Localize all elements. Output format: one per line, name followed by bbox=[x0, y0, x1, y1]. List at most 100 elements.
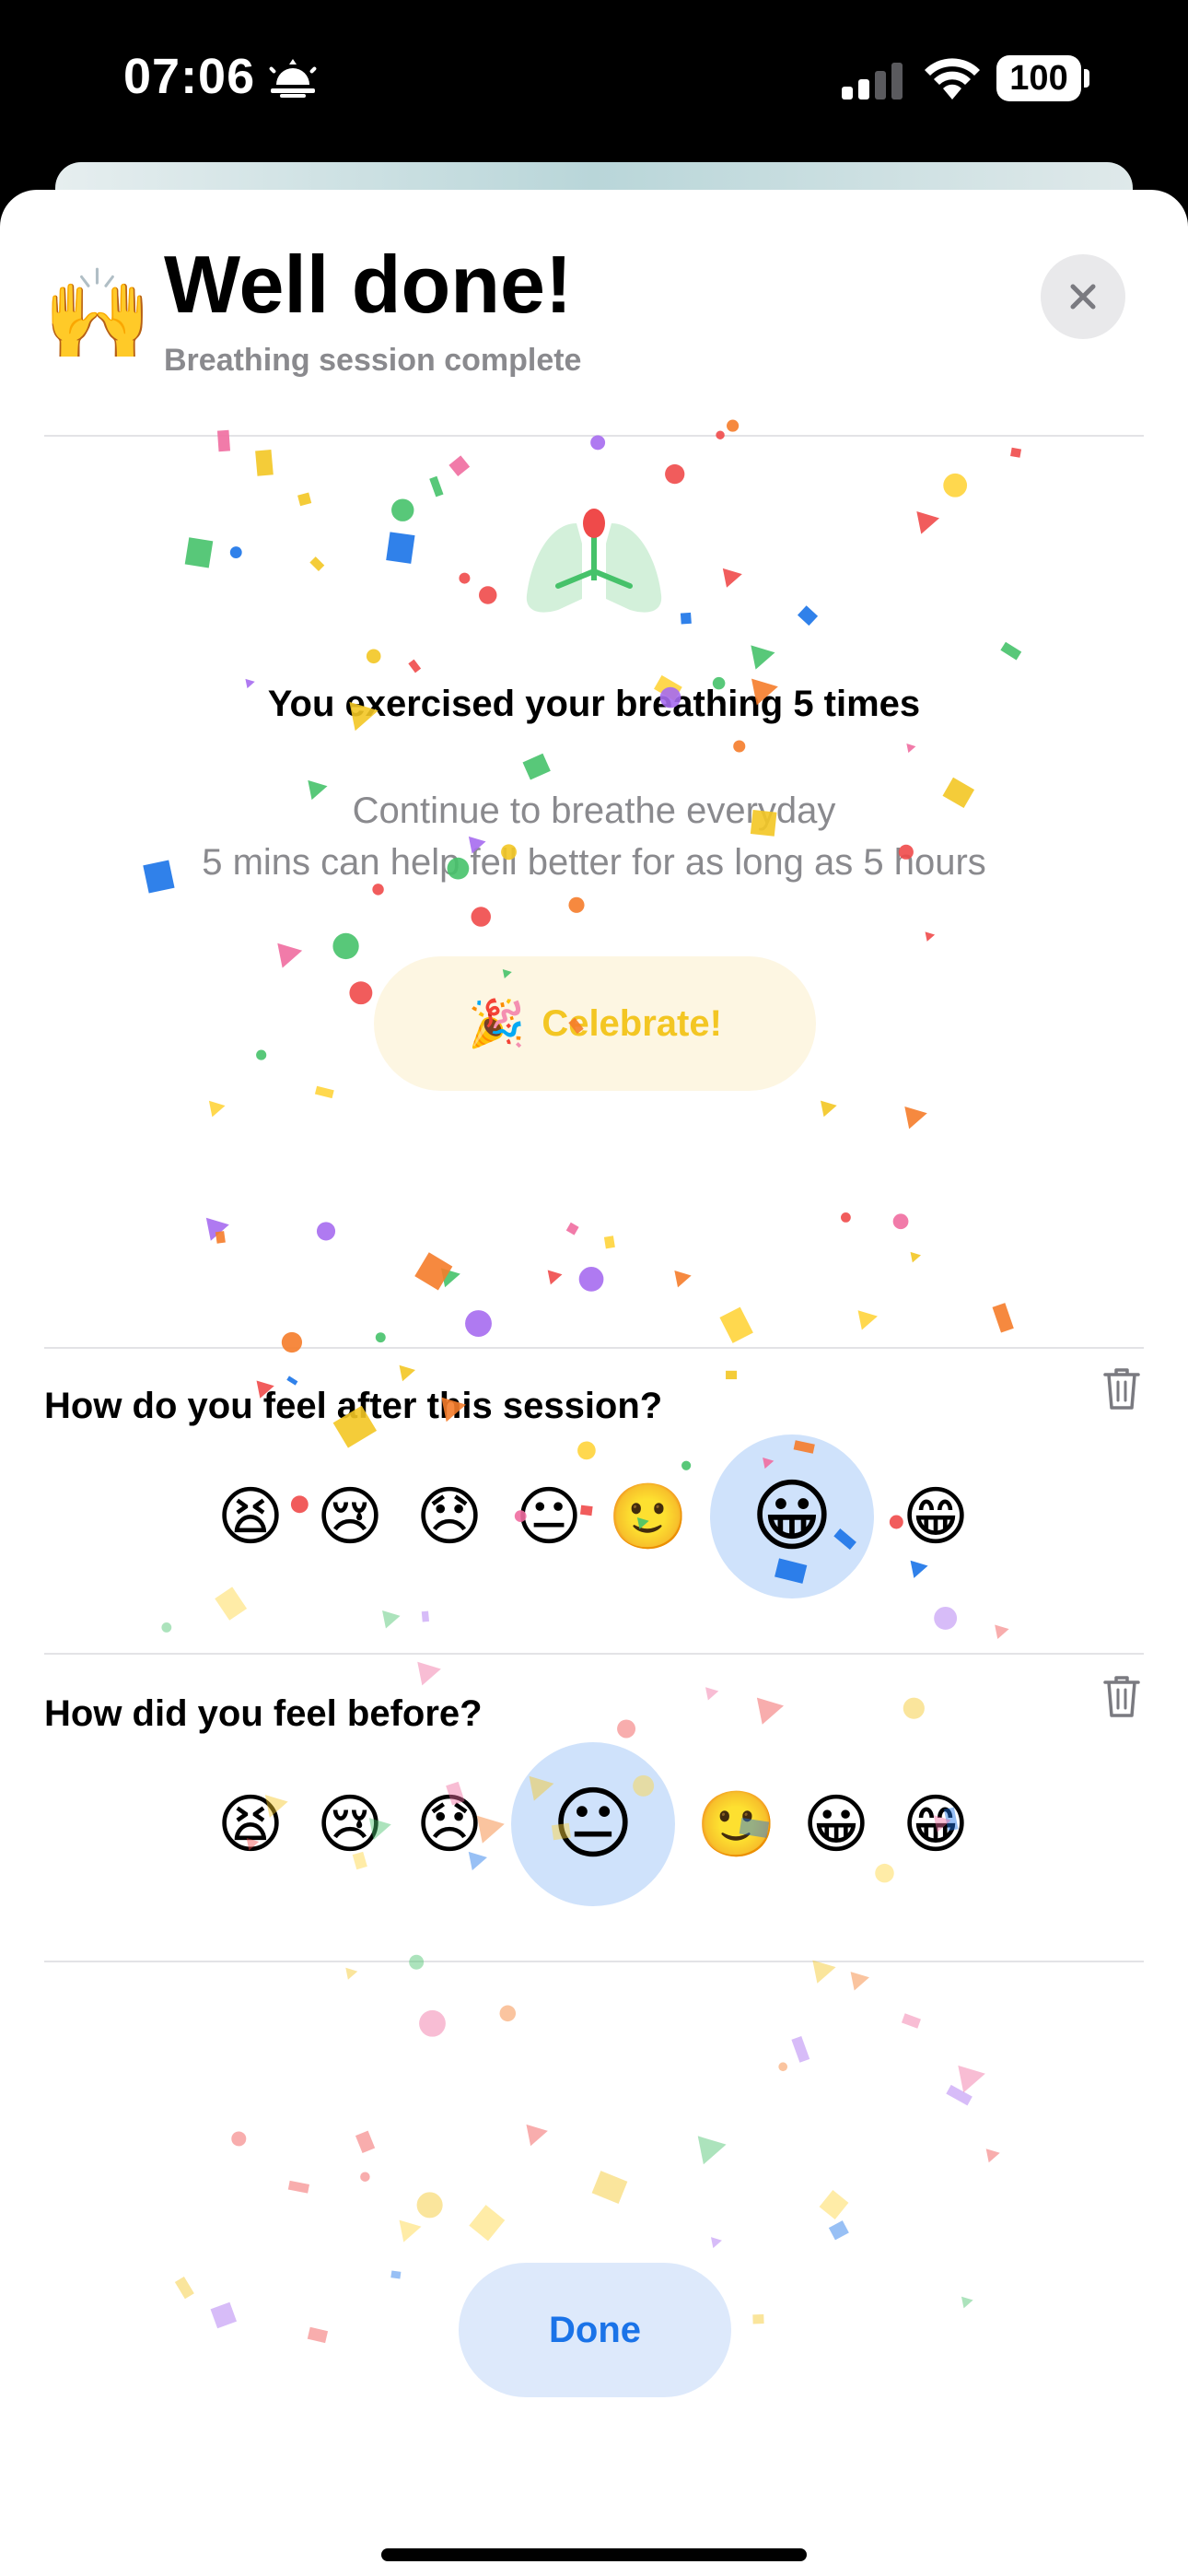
mood-option-6[interactable]: 😁 bbox=[903, 1484, 970, 1549]
confetti-piece bbox=[901, 2013, 921, 2029]
mood-option-3[interactable]: 😐 bbox=[516, 1484, 583, 1549]
close-button[interactable] bbox=[1041, 254, 1125, 339]
confetti-piece bbox=[459, 572, 471, 584]
confetti-piece bbox=[391, 498, 414, 521]
confetti-piece bbox=[961, 2296, 973, 2309]
confetti-piece bbox=[603, 1235, 615, 1249]
confetti-piece bbox=[286, 1376, 298, 1386]
confetti-piece bbox=[819, 2190, 849, 2220]
confetti-piece bbox=[697, 2136, 727, 2165]
celebrate-label: Celebrate! bbox=[542, 1002, 722, 1044]
confetti-piece bbox=[345, 1967, 358, 1980]
party-popper-emoji: 🎉 bbox=[468, 997, 526, 1049]
divider bbox=[44, 1347, 1144, 1349]
confetti-piece bbox=[916, 510, 940, 534]
mood-option-2[interactable]: 😞 bbox=[416, 1792, 483, 1856]
confetti-piece bbox=[934, 1606, 958, 1630]
confetti-piece bbox=[256, 1049, 267, 1060]
confetti-piece bbox=[471, 907, 491, 927]
confetti-piece bbox=[386, 532, 415, 564]
mood-option-4[interactable]: 🙂 bbox=[696, 1792, 776, 1856]
confetti-piece bbox=[390, 2270, 402, 2279]
confetti-piece bbox=[522, 753, 551, 780]
mood-option-1[interactable]: 😢 bbox=[317, 1484, 384, 1549]
before-question: How did you feel before? bbox=[44, 1693, 483, 1734]
confetti-piece bbox=[995, 1624, 1009, 1639]
divider bbox=[44, 1653, 1144, 1655]
confetti-piece bbox=[231, 2131, 247, 2147]
confetti-piece bbox=[722, 568, 742, 588]
sunrise-icon bbox=[269, 59, 317, 98]
confetti-piece bbox=[297, 492, 312, 507]
status-time: 07:06 bbox=[123, 49, 256, 104]
summary-line-2: 5 mins can help fell better for as long … bbox=[202, 842, 986, 883]
confetti-piece bbox=[382, 1610, 401, 1629]
mood-option-2[interactable]: 😞 bbox=[416, 1484, 483, 1549]
after-mood-picker: 😫 😢 😞 😐 🙂 😀 😁 bbox=[0, 1434, 1188, 1599]
battery-indicator: 100 bbox=[996, 55, 1081, 101]
confetti-piece bbox=[710, 2237, 722, 2249]
home-indicator[interactable] bbox=[381, 2548, 807, 2561]
confetti-piece bbox=[946, 2084, 973, 2106]
confetti-piece bbox=[205, 1217, 229, 1241]
mood-option-6[interactable]: 😁 bbox=[903, 1792, 970, 1856]
summary-line-1: Continue to breathe everyday bbox=[352, 790, 836, 831]
done-button[interactable]: Done bbox=[459, 2263, 731, 2397]
confetti-piece bbox=[281, 1331, 303, 1353]
mood-option-1[interactable]: 😢 bbox=[317, 1792, 384, 1856]
confetti-piece bbox=[174, 2276, 194, 2300]
mood-option-0[interactable]: 😫 bbox=[217, 1792, 285, 1856]
confetti-piece bbox=[727, 419, 740, 432]
confetti-piece bbox=[287, 2180, 309, 2194]
confetti-piece bbox=[756, 1697, 785, 1725]
confetti-piece bbox=[719, 1306, 753, 1343]
confetti-piece bbox=[526, 2124, 548, 2147]
confetti-piece bbox=[255, 449, 274, 476]
after-question: How do you feel after this session? bbox=[44, 1386, 663, 1426]
confetti-piece bbox=[277, 943, 303, 968]
celebrate-button[interactable]: 🎉 Celebrate! bbox=[374, 956, 816, 1091]
confetti-piece bbox=[958, 2065, 985, 2093]
confetti-piece bbox=[943, 473, 968, 498]
trash-icon[interactable] bbox=[1101, 1365, 1142, 1411]
page-subtitle: Breathing session complete bbox=[164, 343, 582, 378]
confetti-piece bbox=[778, 2062, 788, 2072]
confetti-piece bbox=[751, 645, 775, 670]
confetti-piece bbox=[448, 455, 471, 477]
confetti-piece bbox=[590, 435, 606, 451]
status-bar: 07:06 100 bbox=[0, 0, 1188, 166]
confetti-piece bbox=[797, 605, 819, 626]
confetti-piece bbox=[850, 1972, 869, 1991]
raising-hands-emoji: 🙌 bbox=[42, 265, 153, 364]
before-mood-picker: 😫 😢 😞 😐 🙂 😀 😁 bbox=[0, 1741, 1188, 1907]
confetti-piece bbox=[360, 2172, 370, 2182]
confetti-piece bbox=[332, 932, 359, 960]
mood-option-4[interactable]: 🙂 bbox=[608, 1484, 688, 1549]
mood-option-5[interactable]: 😀 bbox=[803, 1792, 870, 1856]
confetti-piece bbox=[229, 546, 242, 559]
confetti-piece bbox=[841, 1212, 851, 1223]
trash-icon[interactable] bbox=[1101, 1673, 1142, 1719]
mood-option-3[interactable]: 😐 bbox=[552, 1785, 635, 1864]
confetti-piece bbox=[417, 1661, 441, 1686]
confetti-piece bbox=[705, 1687, 719, 1701]
confetti-piece bbox=[309, 556, 325, 572]
confetti-piece bbox=[1000, 641, 1022, 661]
confetti-piece bbox=[568, 896, 585, 913]
confetti-piece bbox=[617, 1719, 636, 1739]
mood-option-5[interactable]: 😀 bbox=[751, 1477, 833, 1556]
confetti-piece bbox=[903, 1697, 925, 1719]
confetti-piece bbox=[674, 1270, 692, 1288]
confetti-piece bbox=[366, 649, 381, 664]
confetti-piece bbox=[375, 1332, 386, 1343]
confetti-piece bbox=[828, 2220, 849, 2241]
confetti-piece bbox=[414, 1252, 453, 1291]
confetti-piece bbox=[665, 463, 685, 485]
confetti-piece bbox=[316, 1222, 336, 1241]
divider bbox=[44, 1961, 1144, 1962]
confetti-piece bbox=[399, 1364, 416, 1382]
confetti-piece bbox=[1010, 447, 1022, 458]
mood-option-0[interactable]: 😫 bbox=[217, 1484, 285, 1549]
confetti-piece bbox=[372, 884, 384, 896]
confetti-piece bbox=[906, 744, 916, 754]
